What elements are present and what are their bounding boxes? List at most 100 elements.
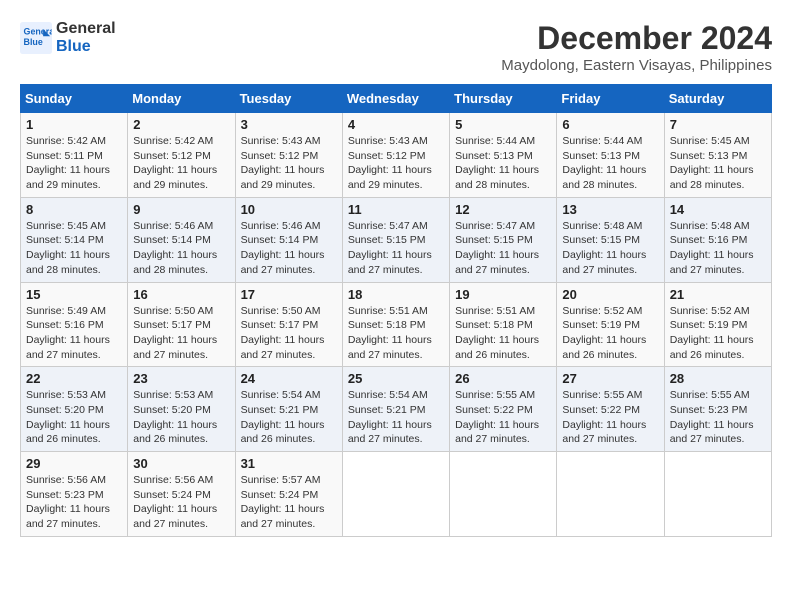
day-number: 23 xyxy=(133,371,229,386)
day-info: Sunrise: 5:57 AMSunset: 5:24 PMDaylight:… xyxy=(241,473,337,532)
calendar-day-cell: 16 Sunrise: 5:50 AMSunset: 5:17 PMDayligh… xyxy=(128,282,235,367)
calendar-day-cell: 30 Sunrise: 5:56 AMSunset: 5:24 PMDayligh… xyxy=(128,452,235,537)
calendar-day-cell: 10 Sunrise: 5:46 AMSunset: 5:14 PMDayligh… xyxy=(235,197,342,282)
calendar-week-row: 29Sunrise: 5:56 AMSunset: 5:23 PMDayligh… xyxy=(21,452,772,537)
day-number: 20 xyxy=(562,287,658,302)
day-number: 14 xyxy=(670,202,766,217)
day-number: 27 xyxy=(562,371,658,386)
day-info: Sunrise: 5:56 AMSunset: 5:23 PMDaylight:… xyxy=(26,473,122,532)
calendar-week-row: 1Sunrise: 5:42 AMSunset: 5:11 PMDaylight… xyxy=(21,113,772,198)
calendar-day-cell: 22Sunrise: 5:53 AMSunset: 5:20 PMDayligh… xyxy=(21,367,128,452)
day-info: Sunrise: 5:52 AMSunset: 5:19 PMDaylight:… xyxy=(562,304,658,363)
page-header: General Blue General Blue December 2024 … xyxy=(20,20,772,74)
calendar-day-cell: 29Sunrise: 5:56 AMSunset: 5:23 PMDayligh… xyxy=(21,452,128,537)
calendar-day-cell: 21 Sunrise: 5:52 AMSunset: 5:19 PMDayligh… xyxy=(664,282,771,367)
column-header-monday: Monday xyxy=(128,85,235,113)
day-number: 30 xyxy=(133,456,229,471)
calendar-week-row: 8Sunrise: 5:45 AMSunset: 5:14 PMDaylight… xyxy=(21,197,772,282)
svg-text:Blue: Blue xyxy=(24,38,43,48)
day-number: 28 xyxy=(670,371,766,386)
day-number: 16 xyxy=(133,287,229,302)
day-info: Sunrise: 5:43 AMSunset: 5:12 PMDaylight:… xyxy=(241,134,337,193)
day-info: Sunrise: 5:48 AMSunset: 5:16 PMDaylight:… xyxy=(670,219,766,278)
day-info: Sunrise: 5:42 AMSunset: 5:11 PMDaylight:… xyxy=(26,134,122,193)
calendar-day-cell: 12 Sunrise: 5:47 AMSunset: 5:15 PMDayligh… xyxy=(450,197,557,282)
column-header-friday: Friday xyxy=(557,85,664,113)
day-info: Sunrise: 5:50 AMSunset: 5:17 PMDaylight:… xyxy=(133,304,229,363)
calendar-day-cell: 27 Sunrise: 5:55 AMSunset: 5:22 PMDayligh… xyxy=(557,367,664,452)
day-info: Sunrise: 5:55 AMSunset: 5:22 PMDaylight:… xyxy=(562,388,658,447)
day-info: Sunrise: 5:50 AMSunset: 5:17 PMDaylight:… xyxy=(241,304,337,363)
day-number: 21 xyxy=(670,287,766,302)
column-header-tuesday: Tuesday xyxy=(235,85,342,113)
day-info: Sunrise: 5:56 AMSunset: 5:24 PMDaylight:… xyxy=(133,473,229,532)
day-number: 2 xyxy=(133,117,229,132)
calendar-day-cell: 13Sunrise: 5:48 AMSunset: 5:15 PMDayligh… xyxy=(557,197,664,282)
calendar-header-row: SundayMondayTuesdayWednesdayThursdayFrid… xyxy=(21,85,772,113)
calendar-day-cell: 14 Sunrise: 5:48 AMSunset: 5:16 PMDayligh… xyxy=(664,197,771,282)
calendar-day-cell: 5 Sunrise: 5:44 AMSunset: 5:13 PMDaylight… xyxy=(450,113,557,198)
day-info: Sunrise: 5:54 AMSunset: 5:21 PMDaylight:… xyxy=(348,388,444,447)
day-info: Sunrise: 5:45 AMSunset: 5:13 PMDaylight:… xyxy=(670,134,766,193)
calendar-day-cell: 2Sunrise: 5:42 AMSunset: 5:12 PMDaylight… xyxy=(128,113,235,198)
day-info: Sunrise: 5:53 AMSunset: 5:20 PMDaylight:… xyxy=(26,388,122,447)
day-info: Sunrise: 5:44 AMSunset: 5:13 PMDaylight:… xyxy=(455,134,551,193)
day-number: 3 xyxy=(241,117,337,132)
day-info: Sunrise: 5:53 AMSunset: 5:20 PMDaylight:… xyxy=(133,388,229,447)
day-info: Sunrise: 5:43 AMSunset: 5:12 PMDaylight:… xyxy=(348,134,444,193)
logo: General Blue General Blue xyxy=(20,20,116,57)
calendar-day-cell xyxy=(557,452,664,537)
day-info: Sunrise: 5:54 AMSunset: 5:21 PMDaylight:… xyxy=(241,388,337,447)
calendar-day-cell: 3 Sunrise: 5:43 AMSunset: 5:12 PMDaylight… xyxy=(235,113,342,198)
day-number: 11 xyxy=(348,202,444,217)
calendar-week-row: 22Sunrise: 5:53 AMSunset: 5:20 PMDayligh… xyxy=(21,367,772,452)
day-number: 26 xyxy=(455,371,551,386)
calendar-week-row: 15 Sunrise: 5:49 AMSunset: 5:16 PMDayligh… xyxy=(21,282,772,367)
calendar-day-cell xyxy=(342,452,449,537)
column-header-saturday: Saturday xyxy=(664,85,771,113)
calendar-day-cell: 25Sunrise: 5:54 AMSunset: 5:21 PMDayligh… xyxy=(342,367,449,452)
day-info: Sunrise: 5:44 AMSunset: 5:13 PMDaylight:… xyxy=(562,134,658,193)
day-number: 12 xyxy=(455,202,551,217)
day-info: Sunrise: 5:49 AMSunset: 5:16 PMDaylight:… xyxy=(26,304,122,363)
day-info: Sunrise: 5:47 AMSunset: 5:15 PMDaylight:… xyxy=(455,219,551,278)
day-info: Sunrise: 5:46 AMSunset: 5:14 PMDaylight:… xyxy=(241,219,337,278)
title-area: December 2024 Maydolong, Eastern Visayas… xyxy=(501,20,772,74)
calendar-table: SundayMondayTuesdayWednesdayThursdayFrid… xyxy=(20,84,772,537)
day-number: 7 xyxy=(670,117,766,132)
calendar-day-cell: 24 Sunrise: 5:54 AMSunset: 5:21 PMDayligh… xyxy=(235,367,342,452)
day-number: 13 xyxy=(562,202,658,217)
day-info: Sunrise: 5:52 AMSunset: 5:19 PMDaylight:… xyxy=(670,304,766,363)
day-number: 24 xyxy=(241,371,337,386)
column-header-thursday: Thursday xyxy=(450,85,557,113)
day-number: 17 xyxy=(241,287,337,302)
logo-text: General Blue xyxy=(56,20,116,57)
day-info: Sunrise: 5:47 AMSunset: 5:15 PMDaylight:… xyxy=(348,219,444,278)
day-number: 31 xyxy=(241,456,337,471)
calendar-day-cell: 1Sunrise: 5:42 AMSunset: 5:11 PMDaylight… xyxy=(21,113,128,198)
calendar-day-cell: 11 Sunrise: 5:47 AMSunset: 5:15 PMDayligh… xyxy=(342,197,449,282)
calendar-day-cell: 9Sunrise: 5:46 AMSunset: 5:14 PMDaylight… xyxy=(128,197,235,282)
location-subtitle: Maydolong, Eastern Visayas, Philippines xyxy=(501,57,772,74)
column-header-wednesday: Wednesday xyxy=(342,85,449,113)
calendar-day-cell: 15 Sunrise: 5:49 AMSunset: 5:16 PMDayligh… xyxy=(21,282,128,367)
day-number: 5 xyxy=(455,117,551,132)
column-header-sunday: Sunday xyxy=(21,85,128,113)
day-number: 15 xyxy=(26,287,122,302)
day-info: Sunrise: 5:55 AMSunset: 5:22 PMDaylight:… xyxy=(455,388,551,447)
day-number: 18 xyxy=(348,287,444,302)
calendar-day-cell xyxy=(450,452,557,537)
day-number: 6 xyxy=(562,117,658,132)
calendar-day-cell: 19Sunrise: 5:51 AMSunset: 5:18 PMDayligh… xyxy=(450,282,557,367)
calendar-day-cell: 26 Sunrise: 5:55 AMSunset: 5:22 PMDayligh… xyxy=(450,367,557,452)
day-info: Sunrise: 5:55 AMSunset: 5:23 PMDaylight:… xyxy=(670,388,766,447)
month-year-title: December 2024 xyxy=(501,20,772,57)
calendar-day-cell: 6 Sunrise: 5:44 AMSunset: 5:13 PMDaylight… xyxy=(557,113,664,198)
calendar-day-cell: 20 Sunrise: 5:52 AMSunset: 5:19 PMDayligh… xyxy=(557,282,664,367)
calendar-day-cell: 31 Sunrise: 5:57 AMSunset: 5:24 PMDayligh… xyxy=(235,452,342,537)
logo-icon: General Blue xyxy=(20,22,52,54)
day-number: 10 xyxy=(241,202,337,217)
day-number: 8 xyxy=(26,202,122,217)
day-number: 19 xyxy=(455,287,551,302)
calendar-day-cell: 4Sunrise: 5:43 AMSunset: 5:12 PMDaylight… xyxy=(342,113,449,198)
